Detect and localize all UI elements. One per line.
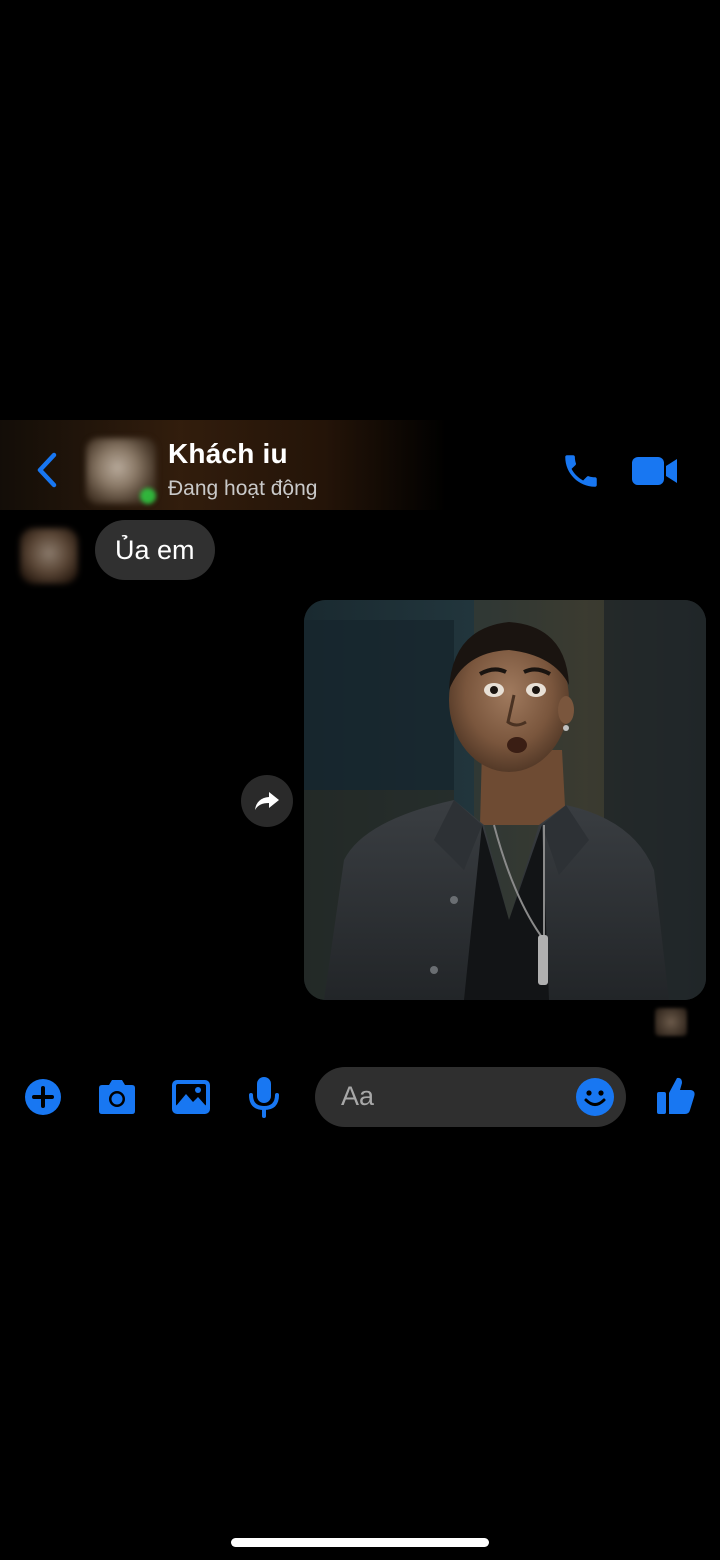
video-call-button[interactable]	[630, 453, 680, 489]
chevron-left-icon	[37, 452, 57, 488]
camera-button[interactable]	[95, 1078, 139, 1121]
more-actions-button[interactable]	[24, 1078, 62, 1121]
message-text: Ủa em	[115, 534, 195, 565]
phone-icon	[565, 455, 597, 487]
share-arrow-icon	[255, 792, 279, 810]
message-input-placeholder: Aa	[341, 1081, 375, 1111]
contact-status: Đang hoạt động	[168, 477, 318, 500]
seen-avatar	[655, 1008, 687, 1036]
chat-header: Khách iu Đang hoạt động	[0, 420, 720, 510]
voice-message-button[interactable]	[247, 1075, 281, 1124]
video-camera-icon	[632, 457, 677, 485]
thumbs-up-icon	[657, 1077, 695, 1114]
man-surprised-photo	[304, 600, 706, 1000]
gallery-button[interactable]	[170, 1078, 212, 1121]
outgoing-image-message[interactable]	[304, 600, 706, 1000]
camera-icon	[99, 1080, 135, 1114]
home-indicator[interactable]	[231, 1538, 489, 1547]
back-button[interactable]	[30, 450, 66, 490]
microphone-icon	[249, 1077, 279, 1118]
sender-avatar[interactable]	[20, 528, 78, 584]
active-status-dot	[140, 488, 156, 504]
plus-icon	[25, 1079, 61, 1115]
forward-button[interactable]	[241, 775, 293, 827]
emoji-icon	[576, 1078, 614, 1116]
contact-name[interactable]: Khách iu	[168, 438, 288, 470]
message-input[interactable]: Aa	[315, 1067, 626, 1127]
incoming-message-bubble[interactable]: Ủa em	[95, 520, 215, 580]
image-icon	[172, 1080, 210, 1114]
like-button[interactable]	[655, 1074, 697, 1121]
voice-call-button[interactable]	[560, 450, 602, 492]
emoji-button[interactable]	[575, 1077, 615, 1117]
